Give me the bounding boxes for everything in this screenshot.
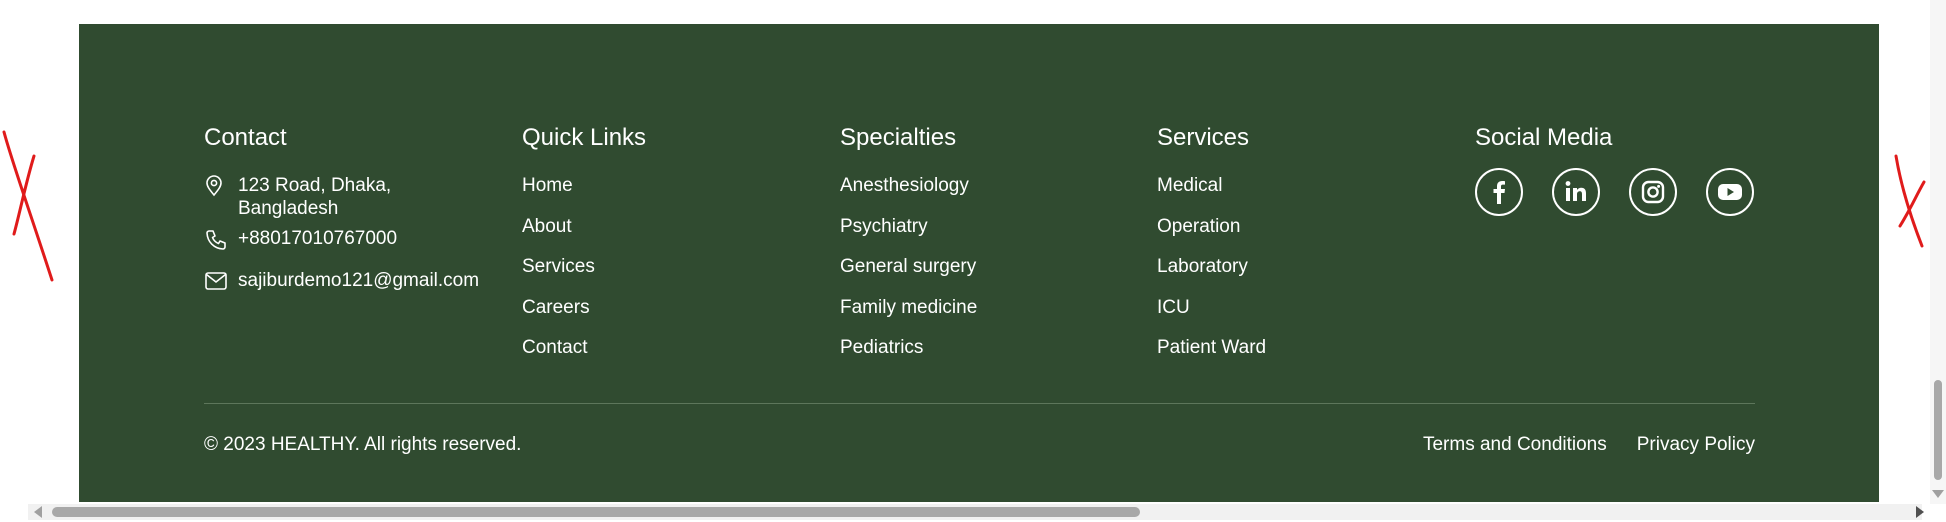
footer-social-column: Social Media (1475, 124, 1795, 216)
list-item: Psychiatry (840, 215, 1140, 238)
phone-icon (204, 227, 238, 252)
service-link-patient-ward[interactable]: Patient Ward (1157, 337, 1266, 358)
quick-link-contact[interactable]: Contact (522, 337, 587, 358)
list-item: About (522, 215, 822, 238)
location-pin-icon (204, 174, 238, 197)
specialty-link-anesthesiology[interactable]: Anesthesiology (840, 175, 969, 196)
service-link-laboratory[interactable]: Laboratory (1157, 256, 1248, 277)
facebook-icon[interactable] (1475, 168, 1523, 216)
scroll-left-arrow-icon[interactable] (34, 506, 42, 518)
list-item: Operation (1157, 215, 1457, 238)
social-heading: Social Media (1475, 124, 1613, 151)
contact-list: 123 Road, Dhaka, Bangladesh +88017010767… (204, 174, 504, 292)
contact-email-text[interactable]: sajiburdemo121@gmail.com (238, 269, 479, 292)
copyright-text: © 2023 HEALTHY. All rights reserved. (204, 434, 522, 455)
horizontal-scrollbar[interactable] (28, 504, 1922, 520)
service-link-operation[interactable]: Operation (1157, 216, 1240, 237)
list-item: Laboratory (1157, 255, 1457, 278)
red-x-mark-left (2, 130, 54, 282)
quick-link-home[interactable]: Home (522, 175, 573, 196)
specialty-link-psychiatry[interactable]: Psychiatry (840, 216, 928, 237)
mail-icon (204, 269, 238, 292)
scroll-down-arrow-icon[interactable] (1932, 490, 1944, 498)
contact-email: sajiburdemo121@gmail.com (204, 269, 504, 292)
list-item: Family medicine (840, 296, 1140, 319)
list-item: Pediatrics (840, 336, 1140, 359)
list-item: Services (522, 255, 822, 278)
contact-phone-text[interactable]: +88017010767000 (238, 227, 397, 250)
specialty-link-general-surgery[interactable]: General surgery (840, 256, 976, 277)
footer-specialties-column: Specialties Anesthesiology Psychiatry Ge… (840, 124, 1140, 377)
service-link-icu[interactable]: ICU (1157, 297, 1190, 318)
quick-link-careers[interactable]: Careers (522, 297, 590, 318)
quick-link-about[interactable]: About (522, 216, 572, 237)
site-footer: Contact 123 Road, Dhaka, Bangladesh +880… (79, 24, 1879, 502)
list-item: Home (522, 174, 822, 197)
terms-link[interactable]: Terms and Conditions (1423, 430, 1607, 460)
specialties-heading: Specialties (840, 124, 957, 151)
horizontal-scrollbar-thumb[interactable] (52, 507, 1140, 517)
service-link-medical[interactable]: Medical (1157, 175, 1222, 196)
footer-contact-column: Contact 123 Road, Dhaka, Bangladesh +880… (204, 124, 504, 292)
specialties-list: Anesthesiology Psychiatry General surger… (840, 174, 1140, 359)
linkedin-icon[interactable] (1552, 168, 1600, 216)
list-item: Anesthesiology (840, 174, 1140, 197)
scroll-right-arrow-icon[interactable] (1916, 506, 1924, 518)
social-icons-row (1475, 168, 1795, 216)
footer-services-column: Services Medical Operation Laboratory IC… (1157, 124, 1457, 377)
contact-address-text: 123 Road, Dhaka, Bangladesh (238, 175, 392, 219)
footer-quick-links-column: Quick Links Home About Services Careers … (522, 124, 822, 377)
list-item: Careers (522, 296, 822, 319)
footer-divider (204, 403, 1755, 404)
contact-address: 123 Road, Dhaka, Bangladesh (204, 174, 504, 223)
vertical-scrollbar-thumb[interactable] (1934, 380, 1942, 480)
list-item: General surgery (840, 255, 1140, 278)
services-list: Medical Operation Laboratory ICU Patient… (1157, 174, 1457, 359)
red-x-mark-right (1894, 154, 1926, 248)
quick-links-list: Home About Services Careers Contact (522, 174, 822, 359)
youtube-icon[interactable] (1706, 168, 1754, 216)
specialty-link-family-medicine[interactable]: Family medicine (840, 297, 977, 318)
list-item: Contact (522, 336, 822, 359)
quick-links-heading: Quick Links (522, 124, 647, 151)
services-heading: Services (1157, 124, 1250, 151)
footer-bottom-bar: © 2023 HEALTHY. All rights reserved. Ter… (204, 430, 1755, 460)
contact-phone: +88017010767000 (204, 227, 504, 269)
list-item: Medical (1157, 174, 1457, 197)
specialty-link-pediatrics[interactable]: Pediatrics (840, 337, 923, 358)
privacy-link[interactable]: Privacy Policy (1637, 430, 1755, 460)
instagram-icon[interactable] (1629, 168, 1677, 216)
legal-links: Terms and Conditions Privacy Policy (1423, 430, 1755, 460)
vertical-scrollbar[interactable] (1930, 0, 1946, 504)
list-item: ICU (1157, 296, 1457, 319)
quick-link-services[interactable]: Services (522, 256, 595, 277)
list-item: Patient Ward (1157, 336, 1457, 359)
contact-heading: Contact (204, 124, 287, 151)
